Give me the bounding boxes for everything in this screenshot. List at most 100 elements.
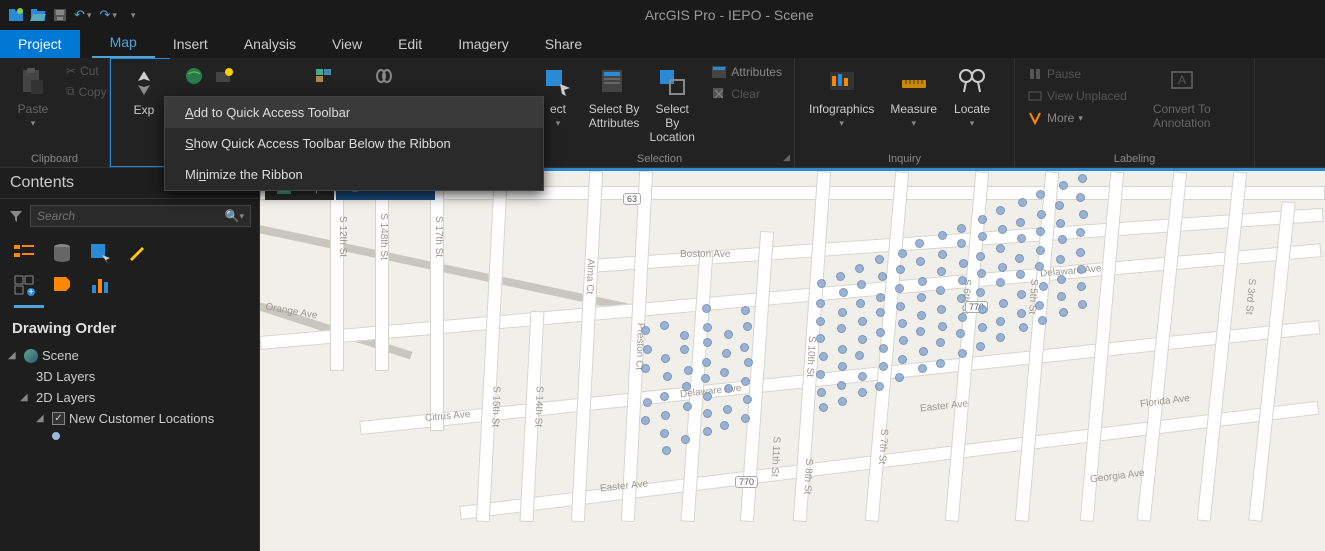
undo-icon[interactable]: ↶ xyxy=(74,7,85,23)
redo-icon[interactable]: ↷ xyxy=(99,7,110,23)
group-label-clipboard: Clipboard xyxy=(8,151,101,165)
search-box[interactable]: 🔍▾ xyxy=(30,205,251,227)
tree-3d-layers[interactable]: 3D Layers xyxy=(0,366,259,387)
road xyxy=(476,171,508,522)
street-label: S 12th St xyxy=(337,216,348,257)
save-icon[interactable] xyxy=(52,7,68,23)
list-by-selection-icon[interactable] xyxy=(88,241,112,265)
list-by-source-icon[interactable] xyxy=(50,241,74,265)
select-icon xyxy=(542,66,574,98)
measure-label: Measure xyxy=(890,102,937,116)
clear-icon xyxy=(711,86,727,102)
locate-button[interactable]: Locate▾ xyxy=(947,62,997,134)
more-icon xyxy=(1027,110,1043,126)
ribbon-tabs: Project Map Insert Analysis View Edit Im… xyxy=(0,30,1325,58)
contents-toolbar-2: + xyxy=(0,273,259,305)
new-project-icon[interactable] xyxy=(8,7,24,23)
select-by-attributes-button[interactable]: Select By Attributes xyxy=(587,62,641,134)
tab-analysis[interactable]: Analysis xyxy=(226,30,314,58)
explore-icon xyxy=(128,67,160,99)
group-navigate: Exp xyxy=(110,58,170,167)
street-label: S 148th St xyxy=(378,213,389,260)
copy-button[interactable]: ⧉Copy xyxy=(62,82,111,101)
layer-checkbox[interactable]: ✓ xyxy=(52,412,65,425)
contents-title: Contents xyxy=(10,174,74,192)
ctx-minimize[interactable]: Minimize the Ribbon xyxy=(165,159,543,190)
tree-scene[interactable]: ◢Scene xyxy=(0,345,259,366)
group-label-labeling: Labeling xyxy=(1023,151,1246,165)
svg-text:+: + xyxy=(28,287,34,297)
tab-project[interactable]: Project xyxy=(0,30,80,58)
scene-view[interactable]: Avenue Boston Ave Delaware Ave Delaware … xyxy=(260,168,1325,551)
select-loc-icon xyxy=(656,66,688,98)
quick-access-toolbar: ↶▾ ↷▾ ▾ xyxy=(8,7,135,23)
pause-icon xyxy=(1027,66,1043,82)
tab-imagery[interactable]: Imagery xyxy=(440,30,527,58)
filter-icon[interactable] xyxy=(8,208,24,224)
cut-button[interactable]: ✂Cut xyxy=(62,62,111,80)
clear-button[interactable]: Clear xyxy=(707,84,786,104)
list-by-labeling-icon[interactable] xyxy=(50,273,74,297)
search-input[interactable] xyxy=(37,209,225,223)
symbol-dot xyxy=(52,432,60,440)
select-attrs-icon xyxy=(598,66,630,98)
copy-icon: ⧉ xyxy=(66,84,75,99)
paste-button[interactable]: Paste ▾ xyxy=(8,62,58,134)
ctx-add-qat[interactable]: Add to Quick Access Toolbar xyxy=(165,97,543,128)
open-project-icon[interactable] xyxy=(30,7,46,23)
group-clipboard: Paste ▾ ✂Cut ⧉Copy Clipboard xyxy=(0,58,110,167)
undo-dropdown[interactable]: ▾ xyxy=(87,10,92,21)
tree-layer-customers[interactable]: ◢✓New Customer Locations xyxy=(0,408,259,429)
group-selection: ect▾ Select By Attributes Select By Loca… xyxy=(525,58,795,167)
locate-icon xyxy=(956,66,988,98)
basemap-icon[interactable] xyxy=(184,66,204,86)
tab-insert[interactable]: Insert xyxy=(155,30,226,58)
selection-launcher[interactable]: ◢ xyxy=(783,152,790,163)
attributes-button[interactable]: Attributes xyxy=(707,62,786,82)
bookmarks-icon[interactable] xyxy=(314,66,334,86)
explore-button[interactable]: Exp xyxy=(119,63,169,121)
app-title: ArcGIS Pro - IEPO - Scene xyxy=(141,7,1317,23)
main-area: Contents ▾ ⊥ ✕ 🔍▾ + Drawing Ord xyxy=(0,168,1325,551)
measure-button[interactable]: Measure▾ xyxy=(884,62,943,134)
redo-dropdown[interactable]: ▾ xyxy=(112,10,117,21)
highway-shield: 63 xyxy=(623,193,641,205)
list-by-snapping-icon[interactable]: + xyxy=(12,273,36,297)
qat-customize[interactable]: ▾ xyxy=(131,10,136,21)
more-button[interactable]: More▾ xyxy=(1023,108,1131,128)
road xyxy=(330,171,344,371)
contents-toolbar xyxy=(0,233,259,273)
tab-edit[interactable]: Edit xyxy=(380,30,440,58)
tab-share[interactable]: Share xyxy=(527,30,600,58)
select-by-location-button[interactable]: Select By Location xyxy=(645,62,699,148)
list-by-editing-icon[interactable] xyxy=(126,241,150,265)
add-data-icon[interactable] xyxy=(214,66,234,86)
tab-map[interactable]: Map xyxy=(92,28,155,58)
list-by-drawing-icon[interactable] xyxy=(12,241,36,265)
street-label: S 3rd St xyxy=(1243,278,1257,315)
search-dropdown[interactable]: ▾ xyxy=(239,211,244,222)
link-icon[interactable] xyxy=(374,66,394,86)
select-attrs-label: Select By Attributes xyxy=(589,102,640,130)
select-label: ect xyxy=(550,102,566,116)
context-menu: Add to Quick Access Toolbar Show Quick A… xyxy=(164,96,544,191)
street-label: S 15th St xyxy=(489,386,501,427)
group-label-selection: Selection xyxy=(533,151,786,165)
measure-icon xyxy=(898,66,930,98)
ctx-show-below[interactable]: Show Quick Access Toolbar Below the Ribb… xyxy=(165,128,543,159)
group-label-inquiry: Inquiry xyxy=(803,151,1006,165)
view-unplaced-button[interactable]: View Unplaced xyxy=(1023,86,1131,106)
unplaced-icon xyxy=(1027,88,1043,104)
infographics-button[interactable]: Infographics▾ xyxy=(803,62,880,134)
tab-view[interactable]: View xyxy=(314,30,380,58)
tree-2d-layers[interactable]: ◢2D Layers xyxy=(0,387,259,408)
infographics-icon xyxy=(826,66,858,98)
convert-annotation-button[interactable]: A Convert To Annotation xyxy=(1147,62,1217,134)
tree-symbol[interactable] xyxy=(0,429,259,443)
pause-button[interactable]: Pause xyxy=(1023,64,1131,84)
road xyxy=(571,171,603,522)
search-icon[interactable]: 🔍 xyxy=(225,209,240,223)
group-inquiry: Infographics▾ Measure▾ Locate▾ Inquiry xyxy=(795,58,1015,167)
list-by-perf-icon[interactable] xyxy=(88,273,112,297)
globe-icon xyxy=(24,349,38,363)
